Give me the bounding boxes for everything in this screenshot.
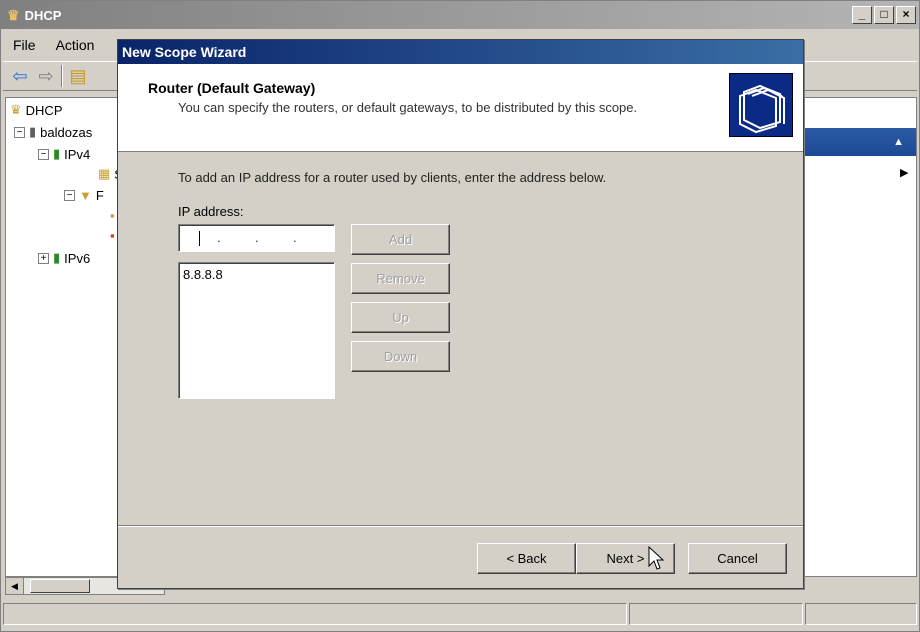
menu-action[interactable]: Action: [46, 33, 105, 57]
ip-address-label: IP address:: [178, 204, 244, 219]
collapse-icon[interactable]: −: [14, 126, 25, 138]
expand-icon[interactable]: +: [38, 252, 49, 264]
status-bar: [3, 603, 917, 627]
scroll-left-icon[interactable]: ◀: [6, 578, 24, 594]
tree-item-deny[interactable]: ▪: [110, 228, 115, 243]
text-caret: [199, 231, 200, 246]
down-button[interactable]: Down: [351, 341, 450, 372]
menu-file[interactable]: File: [3, 33, 46, 57]
wizard-title-bar[interactable]: New Scope Wizard: [118, 40, 803, 64]
maximize-button[interactable]: □: [874, 6, 894, 24]
close-button[interactable]: ×: [896, 6, 916, 24]
collapse-icon[interactable]: −: [38, 148, 49, 160]
collapse-up-icon[interactable]: ▲: [893, 136, 904, 148]
ipv4-icon: ▮: [53, 146, 61, 161]
filter-icon: ▼: [79, 188, 92, 203]
mouse-pointer-icon: [648, 546, 664, 570]
up-button[interactable]: Up: [351, 302, 450, 333]
status-cell: [3, 603, 627, 625]
tree-label: IPv4: [64, 146, 91, 162]
list-item[interactable]: 8.8.8.8: [183, 267, 223, 282]
server-options-icon: ▦: [98, 166, 111, 181]
tree-item-allow[interactable]: ▪: [110, 208, 115, 223]
more-actions-arrow-icon[interactable]: ▶: [900, 166, 908, 179]
dhcp-icon: ♛: [10, 102, 22, 117]
wizard-folders-icon: [729, 73, 793, 137]
tree-item-dhcp[interactable]: ♛ DHCP: [10, 102, 63, 118]
dhcp-app-icon: ♛: [7, 6, 20, 23]
scroll-thumb[interactable]: [30, 579, 90, 593]
remove-button[interactable]: Remove: [351, 263, 450, 294]
add-button[interactable]: Add: [351, 224, 450, 255]
tree-item-ipv4[interactable]: − ▮ IPv4: [38, 146, 90, 162]
ip-octet-separator: .: [293, 230, 297, 245]
collapse-icon[interactable]: −: [64, 190, 75, 201]
main-title-bar: ♛ DHCP _ □ ×: [1, 1, 919, 29]
tree-label: baldozas: [40, 124, 93, 140]
page-title: Router (Default Gateway): [148, 80, 316, 96]
tree-item-server[interactable]: − ▮ baldozas: [14, 124, 92, 140]
main-window-title: DHCP: [24, 7, 62, 23]
wizard-footer-separator: [118, 525, 803, 527]
tree-item-ipv6[interactable]: + ▮ IPv6: [38, 250, 90, 266]
ip-address-input[interactable]: . . .: [178, 224, 335, 252]
forward-arrow-icon[interactable]: ⇨: [35, 66, 57, 87]
tree-item-filters[interactable]: − ▼ F: [64, 188, 104, 203]
ip-octet-separator: .: [217, 230, 221, 245]
up-folder-icon[interactable]: ▤: [67, 66, 89, 87]
deny-filter-icon: ▪: [110, 228, 115, 243]
tree-label: DHCP: [25, 102, 63, 118]
router-ip-list[interactable]: 8.8.8.8: [178, 262, 335, 399]
window-controls: _ □ ×: [852, 6, 916, 24]
tree-label: F: [95, 188, 104, 203]
page-subtitle: You can specify the routers, or default …: [178, 100, 638, 115]
cancel-button[interactable]: Cancel: [688, 543, 787, 574]
server-icon: ▮: [29, 124, 37, 139]
ipv6-icon: ▮: [53, 250, 61, 265]
wizard-header: Router (Default Gateway) You can specify…: [118, 64, 803, 152]
ip-octet-separator: .: [255, 230, 259, 245]
status-cell: [629, 603, 803, 625]
instruction-text: To add an IP address for a router used b…: [178, 170, 607, 185]
allow-filter-icon: ▪: [110, 208, 115, 223]
toolbar-separator: [61, 65, 63, 87]
menu-bar: File Action: [3, 33, 104, 57]
back-button[interactable]: < Back: [477, 543, 576, 574]
back-arrow-icon[interactable]: ⇦: [9, 66, 31, 87]
new-scope-wizard-dialog: New Scope Wizard Router (Default Gateway…: [117, 39, 804, 589]
status-cell: [805, 603, 917, 625]
tree-label: IPv6: [64, 250, 91, 266]
minimize-button[interactable]: _: [852, 6, 872, 24]
